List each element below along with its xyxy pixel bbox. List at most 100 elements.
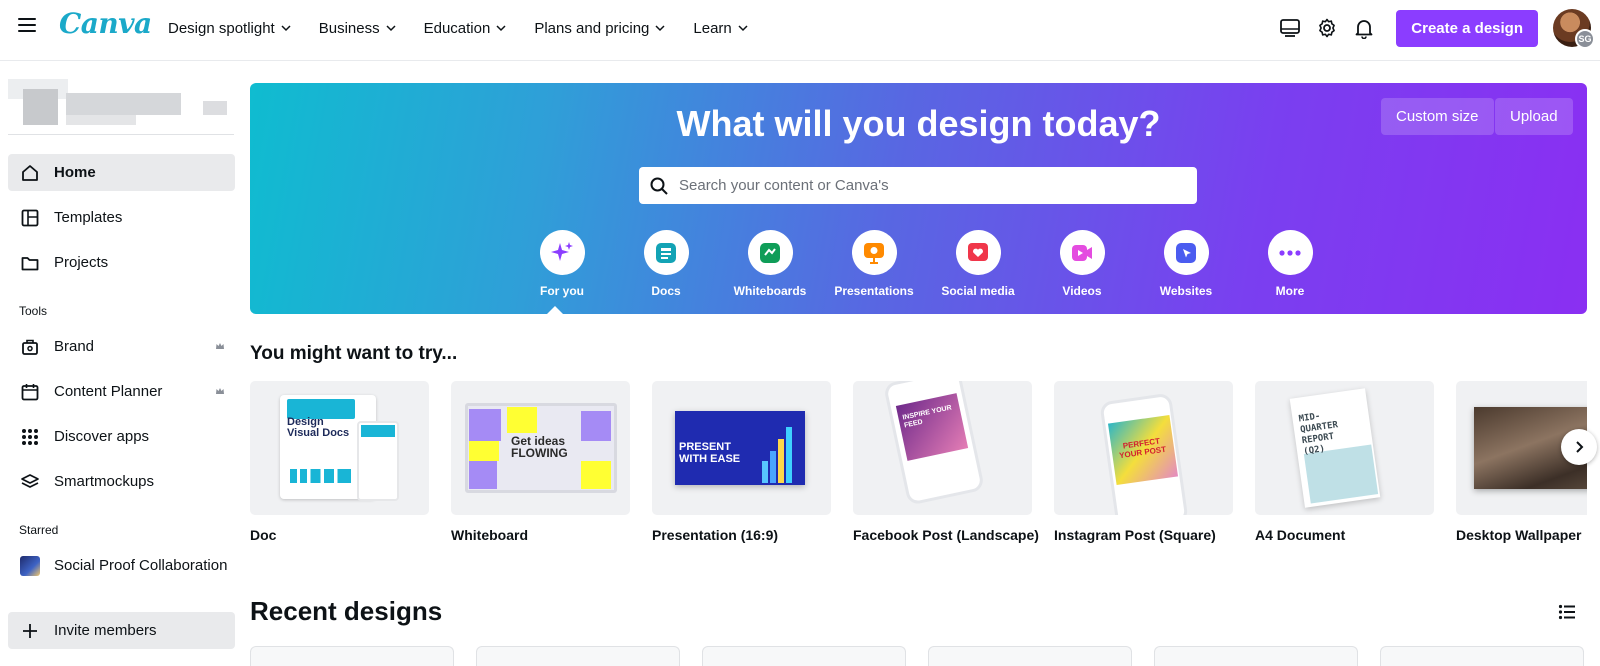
more-icon (1279, 249, 1301, 256)
avatar[interactable]: SG (1553, 9, 1595, 49)
sidebar-item-discover-apps[interactable]: Discover apps (8, 418, 235, 455)
card-thumbnail: INSPIRE YOUR FEED (853, 381, 1032, 515)
thumb-text: Design Visual Docs (287, 416, 350, 439)
main-nav: Design spotlight Business Education Plan… (168, 0, 776, 56)
card-thumbnail: PRESENT WITH EASE (652, 381, 831, 515)
card-thumbnail: Get ideas FLOWING (451, 381, 630, 515)
category-whiteboards[interactable]: Whiteboards (718, 230, 822, 298)
card-name: Doc (250, 527, 277, 543)
recent-design-card[interactable] (1380, 646, 1584, 666)
sidebar-item-templates[interactable]: Templates (8, 199, 235, 236)
card-name: Presentation (16:9) (652, 527, 779, 543)
starred-heading: Starred (19, 523, 59, 537)
chevron-down-icon (386, 25, 396, 32)
top-navigation-bar: Canva Design spotlight Business Educatio… (0, 0, 1600, 61)
card-thumbnail: Design Visual Docs (250, 381, 429, 515)
card-name: Instagram Post (Square) (1054, 527, 1216, 543)
nav-label: Education (423, 19, 491, 37)
brand-icon (20, 337, 40, 357)
nav-learn[interactable]: Learn (693, 20, 748, 37)
recent-design-card[interactable] (476, 646, 680, 666)
hero-banner: What will you design today? Custom size … (250, 83, 1587, 314)
category-shortcuts: For you Docs Whiteboards Presentations S… (510, 230, 1342, 298)
invite-label: Invite members (54, 622, 157, 639)
upload-button[interactable]: Upload (1495, 98, 1573, 135)
category-for-you[interactable]: For you (510, 230, 614, 298)
thumb-text: Get ideas FLOWING (511, 434, 568, 460)
category-label: Whiteboards (733, 284, 807, 298)
recent-design-card[interactable] (250, 646, 454, 666)
menu-icon[interactable] (18, 18, 36, 36)
list-view-icon[interactable] (1558, 603, 1576, 621)
thumb-text: PRESENT WITH EASE (679, 441, 741, 465)
sidebar-item-projects[interactable]: Projects (8, 244, 235, 281)
tools-heading: Tools (19, 304, 48, 318)
chevron-down-icon (655, 25, 665, 32)
design-card-facebook-post[interactable]: INSPIRE YOUR FEED Facebook Post (Landsca… (853, 381, 1039, 543)
canva-logo[interactable]: Canva (59, 7, 152, 40)
search-box (639, 167, 1197, 204)
chevron-down-icon (496, 25, 506, 32)
design-card-presentation[interactable]: PRESENT WITH EASE Presentation (16:9) (652, 381, 831, 543)
sidebar-item-label: Projects (54, 254, 109, 271)
cursor-icon (1176, 242, 1196, 263)
card-thumbnail: MID-QUARTER REPORT (Q2) (1255, 381, 1434, 515)
nav-label: Plans and pricing (534, 19, 650, 37)
crown-icon (216, 388, 224, 394)
sidebar-item-content-planner[interactable]: Content Planner (8, 373, 235, 410)
category-docs[interactable]: Docs (614, 230, 718, 298)
top-right-actions: Create a design SG (1271, 0, 1600, 56)
thumb-text: MID-QUARTER REPORT (Q2) (1298, 411, 1339, 458)
carousel-next-button[interactable] (1561, 429, 1597, 465)
category-social-media[interactable]: Social media (926, 230, 1030, 298)
bell-icon[interactable] (1346, 10, 1382, 46)
design-card-doc[interactable]: Design Visual Docs Doc (250, 381, 429, 543)
create-design-button[interactable]: Create a design (1396, 9, 1538, 47)
design-card-desktop-wallpaper[interactable]: Desktop Wallpaper (1456, 381, 1587, 543)
sidebar-item-home[interactable]: Home (8, 154, 235, 191)
card-thumbnail: PERFECT YOUR POST (1054, 381, 1233, 515)
category-label: For you (540, 284, 584, 298)
card-name: Desktop Wallpaper (1456, 527, 1582, 543)
folder-icon (20, 253, 40, 273)
card-name: Facebook Post (Landscape) (853, 527, 1039, 543)
category-more[interactable]: More (1238, 230, 1342, 298)
card-name: A4 Document (1255, 527, 1346, 543)
team-switcher[interactable] (8, 79, 234, 135)
design-card-a4-document[interactable]: MID-QUARTER REPORT (Q2) A4 Document (1255, 381, 1434, 543)
design-card-whiteboard[interactable]: Get ideas FLOWING Whiteboard (451, 381, 630, 543)
design-card-instagram-post[interactable]: PERFECT YOUR POST Instagram Post (Square… (1054, 381, 1233, 543)
category-videos[interactable]: Videos (1030, 230, 1134, 298)
templates-icon (20, 208, 40, 228)
nav-education[interactable]: Education (424, 20, 507, 37)
crown-icon (216, 343, 224, 349)
recent-design-card[interactable] (1154, 646, 1358, 666)
sidebar-item-label: Content Planner (54, 383, 163, 400)
video-icon (1072, 244, 1092, 261)
category-label: More (1275, 284, 1305, 298)
selected-category-indicator (546, 306, 564, 314)
category-presentations[interactable]: Presentations (822, 230, 926, 298)
starred-item[interactable]: Social Proof Collaboration (8, 547, 235, 584)
invite-members-button[interactable]: Invite members (8, 612, 235, 649)
desktop-icon[interactable] (1272, 10, 1308, 46)
category-websites[interactable]: Websites (1134, 230, 1238, 298)
sidebar-item-smartmockups[interactable]: Smartmockups (8, 463, 235, 500)
recent-design-card[interactable] (702, 646, 906, 666)
custom-size-button[interactable]: Custom size (1381, 98, 1494, 135)
sidebar-item-label: Templates (54, 209, 123, 226)
whiteboard-icon (760, 242, 780, 263)
nav-business[interactable]: Business (319, 20, 396, 37)
sidebar-item-brand[interactable]: Brand (8, 328, 235, 365)
search-input[interactable] (679, 177, 1159, 194)
chevron-right-icon (1576, 441, 1584, 453)
recent-design-card[interactable] (928, 646, 1132, 666)
suggested-designs-carousel: Design Visual Docs Doc Get ideas FLOWING… (250, 381, 1587, 551)
nav-design-spotlight[interactable]: Design spotlight (168, 20, 291, 37)
plus-icon (20, 621, 40, 641)
sidebar-item-label: Brand (54, 338, 95, 355)
design-thumbnail (20, 555, 40, 576)
gear-icon[interactable] (1309, 10, 1345, 46)
try-section-title: You might want to try... (250, 343, 458, 364)
nav-plans-pricing[interactable]: Plans and pricing (534, 20, 665, 37)
